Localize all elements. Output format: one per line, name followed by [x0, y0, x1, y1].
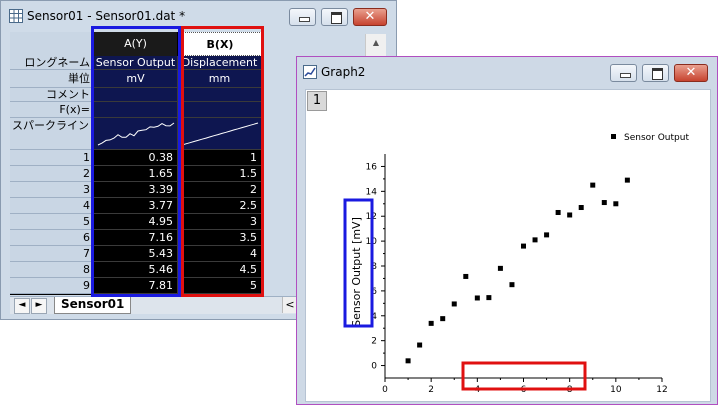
data-point	[555, 209, 561, 215]
row-number[interactable]: 5	[10, 214, 93, 230]
row-number[interactable]: 3	[10, 182, 93, 198]
data-point	[440, 316, 446, 322]
x-tick-label: 2	[428, 385, 434, 395]
row-label-sparkline[interactable]: スパークライン	[10, 118, 93, 150]
legend-marker	[611, 134, 616, 139]
row-number[interactable]: 8	[10, 262, 93, 278]
sheet-tab-sensor01[interactable]: Sensor01	[54, 297, 132, 314]
y-tick-label: 2	[371, 337, 377, 347]
close-icon: ✕	[685, 65, 697, 80]
row-number[interactable]: 4	[10, 198, 93, 214]
maximize-icon	[331, 12, 342, 24]
close-button[interactable]: ✕	[353, 8, 387, 26]
scroll-up-button[interactable]: ▲	[368, 36, 384, 50]
minimize-button[interactable]	[289, 8, 316, 26]
data-point	[578, 205, 584, 211]
row-label-long-name[interactable]: ロングネーム	[10, 56, 93, 70]
data-point	[544, 232, 550, 238]
worksheet-title: Sensor01 - Sensor01.dat *	[27, 9, 186, 23]
minimize-icon	[299, 17, 310, 22]
x-tick-label: 12	[656, 385, 667, 395]
graph-minimize-button[interactable]	[610, 64, 637, 82]
data-point	[624, 177, 630, 183]
data-point	[463, 273, 469, 279]
data-point	[474, 295, 480, 301]
row-label-formula[interactable]: F(x)=	[10, 102, 93, 118]
data-point	[590, 182, 596, 188]
close-icon: ✕	[364, 9, 376, 24]
data-point	[521, 243, 526, 249]
data-point	[613, 201, 619, 207]
row-number[interactable]: 9	[10, 278, 93, 294]
graph-titlebar[interactable]: Graph2 ✕	[297, 57, 717, 87]
row-number[interactable]: 2	[10, 166, 93, 182]
graph-icon	[303, 65, 317, 79]
legend-label: Sensor Output	[624, 133, 689, 143]
x-tick-label: 10	[610, 385, 622, 395]
data-point	[509, 282, 515, 288]
y-tick-label: 16	[366, 162, 378, 172]
horizontal-scroll-left-button[interactable]: <	[282, 297, 297, 313]
row-label-units[interactable]: 単位	[10, 70, 93, 88]
row-number[interactable]: 7	[10, 246, 93, 262]
data-point	[486, 295, 492, 301]
worksheet-icon	[9, 9, 23, 23]
row-number[interactable]: 1	[10, 150, 93, 166]
sheet-nav-prev-button[interactable]: ◄	[14, 298, 30, 314]
graph-close-button[interactable]: ✕	[674, 64, 708, 82]
scatter-plot[interactable]: 0246810120246810121416Sensor OutputDispl…	[306, 90, 710, 401]
graph-page[interactable]: 1 0246810120246810121416Sensor OutputDis…	[305, 89, 711, 402]
maximize-button[interactable]	[321, 8, 348, 26]
data-point	[532, 237, 538, 243]
maximize-icon	[652, 68, 663, 80]
y-tick-label: 14	[366, 187, 378, 197]
data-point	[497, 265, 503, 271]
x-tick-label: 0	[382, 385, 388, 395]
data-point	[428, 320, 434, 326]
sheet-nav-next-button[interactable]: ►	[31, 298, 47, 314]
column-a-highlight	[91, 26, 181, 297]
graph-maximize-button[interactable]	[642, 64, 669, 82]
data-point	[451, 301, 457, 307]
row-label-comment[interactable]: コメント	[10, 88, 93, 102]
data-point	[417, 342, 423, 348]
data-point	[405, 358, 411, 364]
graph-window[interactable]: Graph2 ✕ 1 0 2 4 6 8 10 12 0 2 4 6 8 10 12 14 16 Sensor …	[296, 56, 718, 405]
y-tick-label: 0	[371, 362, 377, 372]
data-point	[601, 200, 607, 206]
corner-cell[interactable]	[10, 32, 93, 56]
minimize-icon	[620, 73, 631, 78]
y-axis-title: Sensor Output [mV]	[350, 217, 363, 327]
column-b-highlight	[181, 26, 264, 297]
graph-title: Graph2	[321, 65, 366, 79]
data-point	[567, 212, 573, 218]
row-number[interactable]: 6	[10, 230, 93, 246]
